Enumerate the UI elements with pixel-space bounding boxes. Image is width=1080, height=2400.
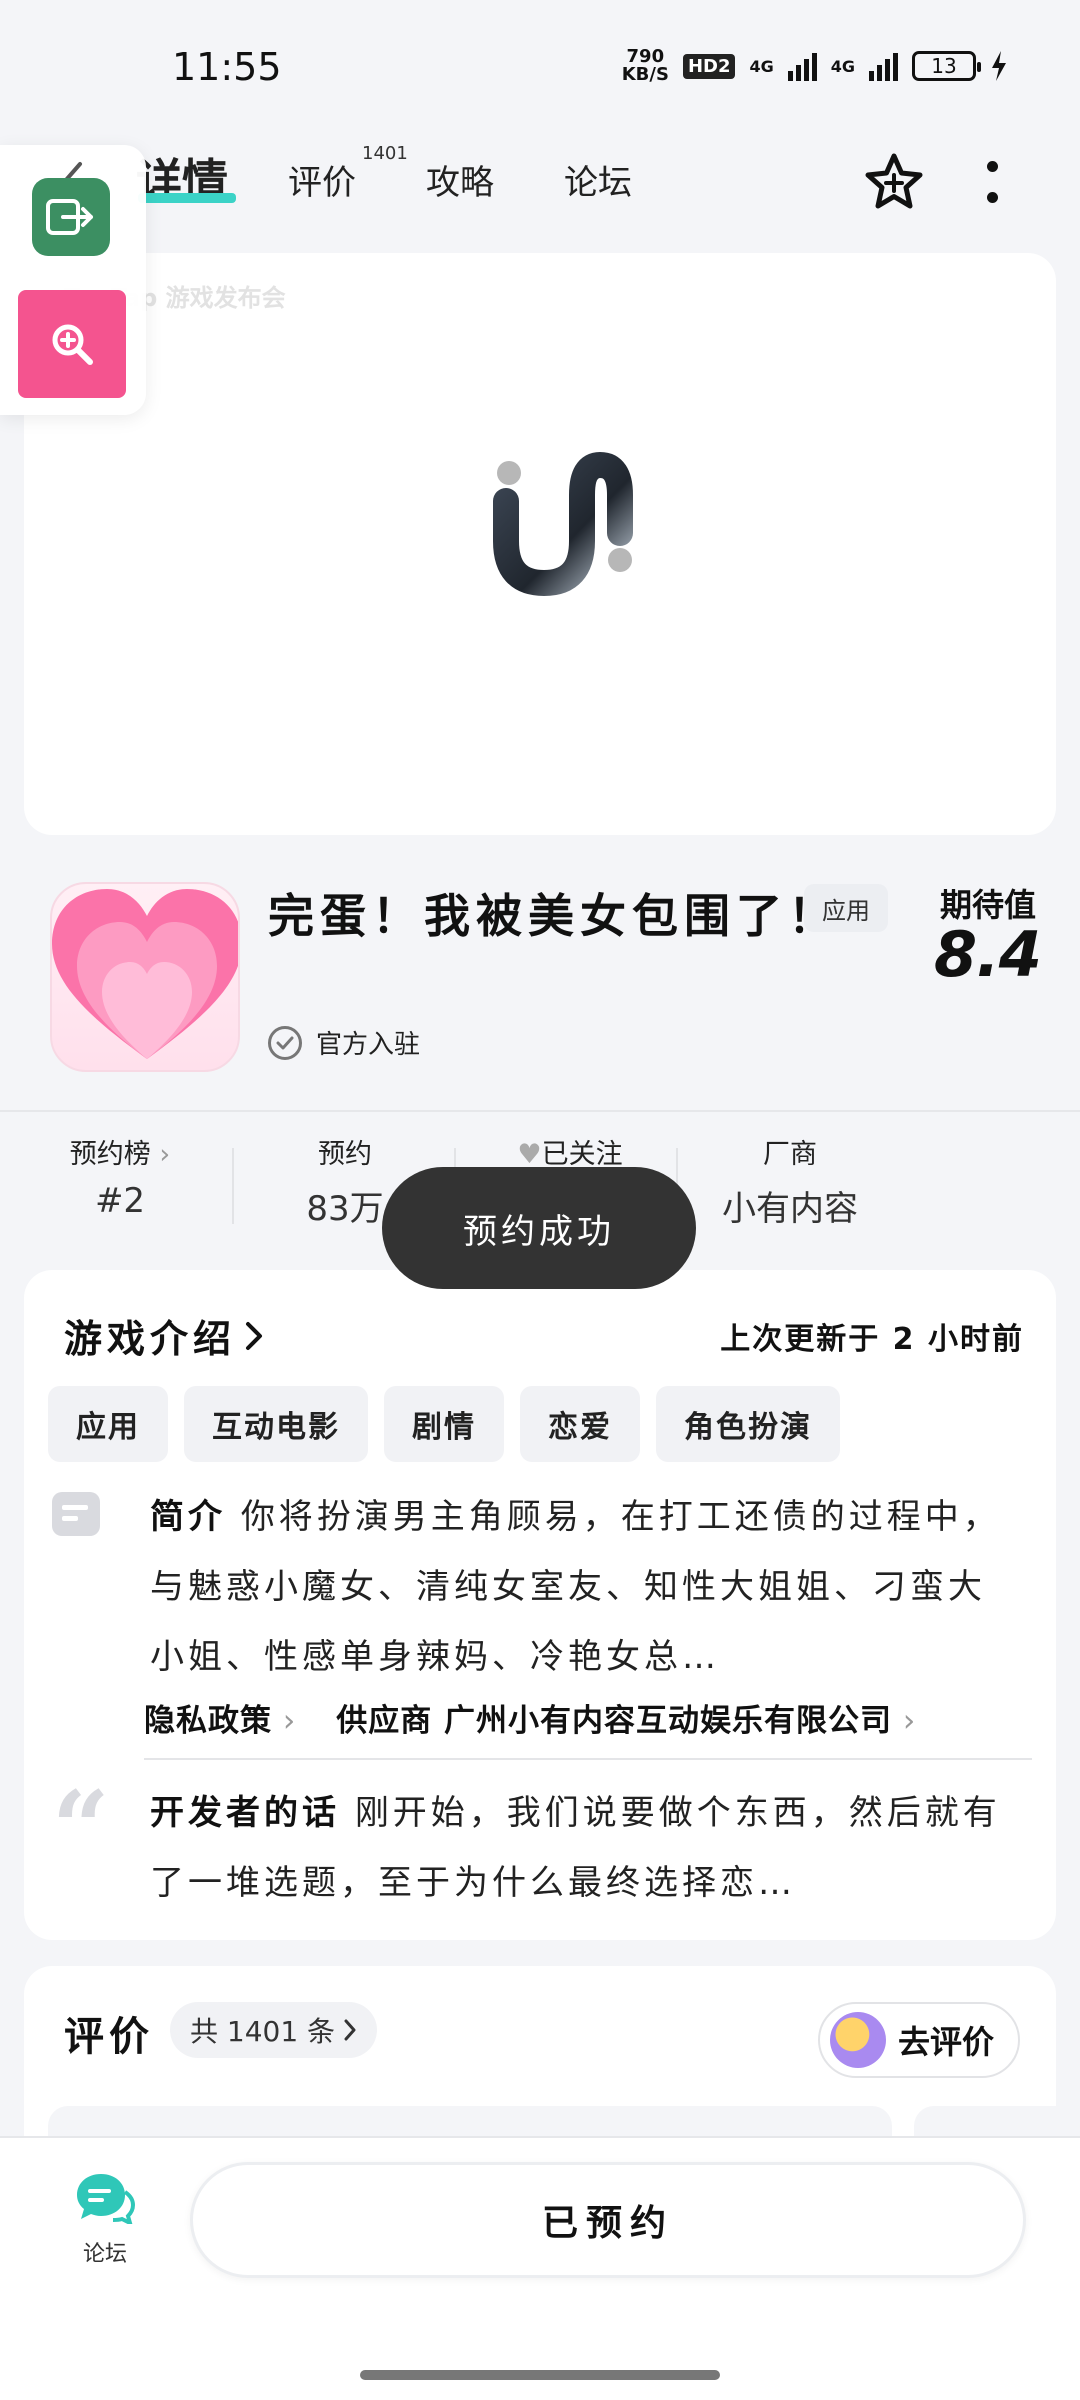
check-circle-icon bbox=[268, 1025, 302, 1060]
chevron-right-icon: › bbox=[272, 1703, 297, 1739]
more-vertical-icon[interactable] bbox=[984, 161, 1000, 203]
battery-icon: 13 bbox=[912, 51, 981, 81]
game-icon[interactable] bbox=[50, 882, 240, 1072]
top-nav: 详情 评价 1401 攻略 论坛 bbox=[0, 135, 1080, 225]
toast-message: 预约成功 bbox=[382, 1167, 696, 1289]
hd-voice-badge: HD2 bbox=[682, 53, 736, 79]
status-time: 11:55 bbox=[172, 45, 282, 89]
floating-tool-panel bbox=[0, 145, 146, 415]
bottom-action-bar: 论坛 已预约 bbox=[0, 2136, 1080, 2400]
last-updated: 上次更新于 2 小时前 bbox=[720, 1322, 1024, 1357]
network-type-2: 4G bbox=[830, 56, 855, 76]
heart-icon: ♥ bbox=[517, 1139, 542, 1170]
stat-reservation-rank[interactable]: 预约榜 › #2 bbox=[60, 1132, 180, 1221]
divider bbox=[144, 1758, 1032, 1760]
review-count-button[interactable]: 共 1401 条 bbox=[170, 2002, 378, 2058]
chevron-right-icon: › bbox=[159, 1139, 171, 1170]
quote-icon: “ bbox=[52, 1769, 110, 1887]
chevron-right-icon bbox=[246, 1321, 263, 1350]
developer-words[interactable]: 开发者的话 刚开始，我们说要做个东西，然后就有了一堆选题，至于为什么最终选择恋… bbox=[150, 1778, 1010, 1918]
summary-text[interactable]: 简介 你将扮演男主角顾易，在打工还债的过程中，与魅惑小魔女、清纯女室友、知性大姐… bbox=[150, 1482, 1010, 1692]
signal-icon bbox=[787, 51, 817, 81]
expectation-score: 8.4 bbox=[934, 918, 1042, 991]
tag-list: 应用 互动电影 剧情 恋爱 角色扮演 bbox=[48, 1386, 840, 1462]
tag-item[interactable]: 恋爱 bbox=[520, 1386, 640, 1462]
game-intro-card: 游戏介绍 上次更新于 2 小时前 应用 互动电影 剧情 恋爱 角色扮演 简介 你… bbox=[24, 1270, 1056, 1940]
tag-item[interactable]: 应用 bbox=[48, 1386, 168, 1462]
media-preview[interactable]: TapTap 游戏发布会 bbox=[24, 253, 1056, 835]
type-tag: 应用 bbox=[804, 884, 888, 932]
network-speed: 790 KB/S bbox=[621, 46, 669, 85]
verified-badge: 官方入驻 bbox=[268, 1024, 420, 1061]
privacy-row: 隐私政策 › 供应商 广州小有内容互动娱乐有限公司 › bbox=[144, 1695, 916, 1740]
review-count-superscript: 1401 bbox=[362, 143, 408, 164]
forum-nav-button[interactable]: 论坛 bbox=[70, 2172, 140, 2268]
signal-icon bbox=[869, 51, 898, 81]
stat-publisher[interactable]: 厂商 小有内容 bbox=[700, 1132, 880, 1230]
write-review-button[interactable]: 去评价 bbox=[818, 2002, 1020, 2078]
summary-icon bbox=[52, 1492, 100, 1536]
tab-guides[interactable]: 攻略 bbox=[426, 155, 494, 204]
tag-item[interactable]: 角色扮演 bbox=[656, 1386, 840, 1462]
reserved-button[interactable]: 已预约 bbox=[190, 2162, 1026, 2278]
active-tab-indicator bbox=[138, 193, 236, 203]
avatar bbox=[830, 2012, 886, 2068]
reviews-title: 评价 bbox=[64, 2014, 154, 2060]
verified-text: 官方入驻 bbox=[316, 1030, 421, 1060]
home-indicator[interactable] bbox=[360, 2370, 720, 2380]
network-type-1: 4G bbox=[749, 56, 774, 76]
switch-app-button[interactable] bbox=[32, 178, 110, 256]
tag-item[interactable]: 互动电影 bbox=[184, 1386, 368, 1462]
intro-title[interactable]: 游戏介绍 bbox=[64, 1308, 264, 1363]
zoom-in-icon bbox=[52, 324, 93, 365]
tab-forum[interactable]: 论坛 bbox=[564, 155, 632, 204]
game-title: 完蛋！我被美女包围了！ bbox=[268, 889, 840, 943]
divider bbox=[0, 1110, 1080, 1112]
charging-icon bbox=[992, 51, 1006, 81]
tag-item[interactable]: 剧情 bbox=[384, 1386, 504, 1462]
tab-reviews[interactable]: 评价 bbox=[288, 155, 356, 204]
heart-icon bbox=[52, 889, 238, 1059]
zoom-button[interactable] bbox=[18, 290, 126, 398]
status-icons: 790 KB/S HD2 4G 4G 13 bbox=[622, 48, 1008, 84]
chevron-right-icon: › bbox=[892, 1703, 917, 1739]
chat-bubble-icon bbox=[77, 2174, 136, 2227]
privacy-policy-link[interactable]: 隐私政策 › bbox=[144, 1695, 296, 1740]
divider bbox=[232, 1148, 234, 1224]
star-icon[interactable] bbox=[862, 151, 926, 215]
status-bar: 11:55 790 KB/S HD2 4G 4G 13 bbox=[0, 0, 1080, 130]
supplier-link[interactable]: 供应商 广州小有内容互动娱乐有限公司 › bbox=[336, 1695, 916, 1740]
studio-logo bbox=[493, 451, 633, 597]
chevron-right-icon bbox=[344, 2019, 356, 2041]
switch-icon bbox=[46, 199, 93, 235]
